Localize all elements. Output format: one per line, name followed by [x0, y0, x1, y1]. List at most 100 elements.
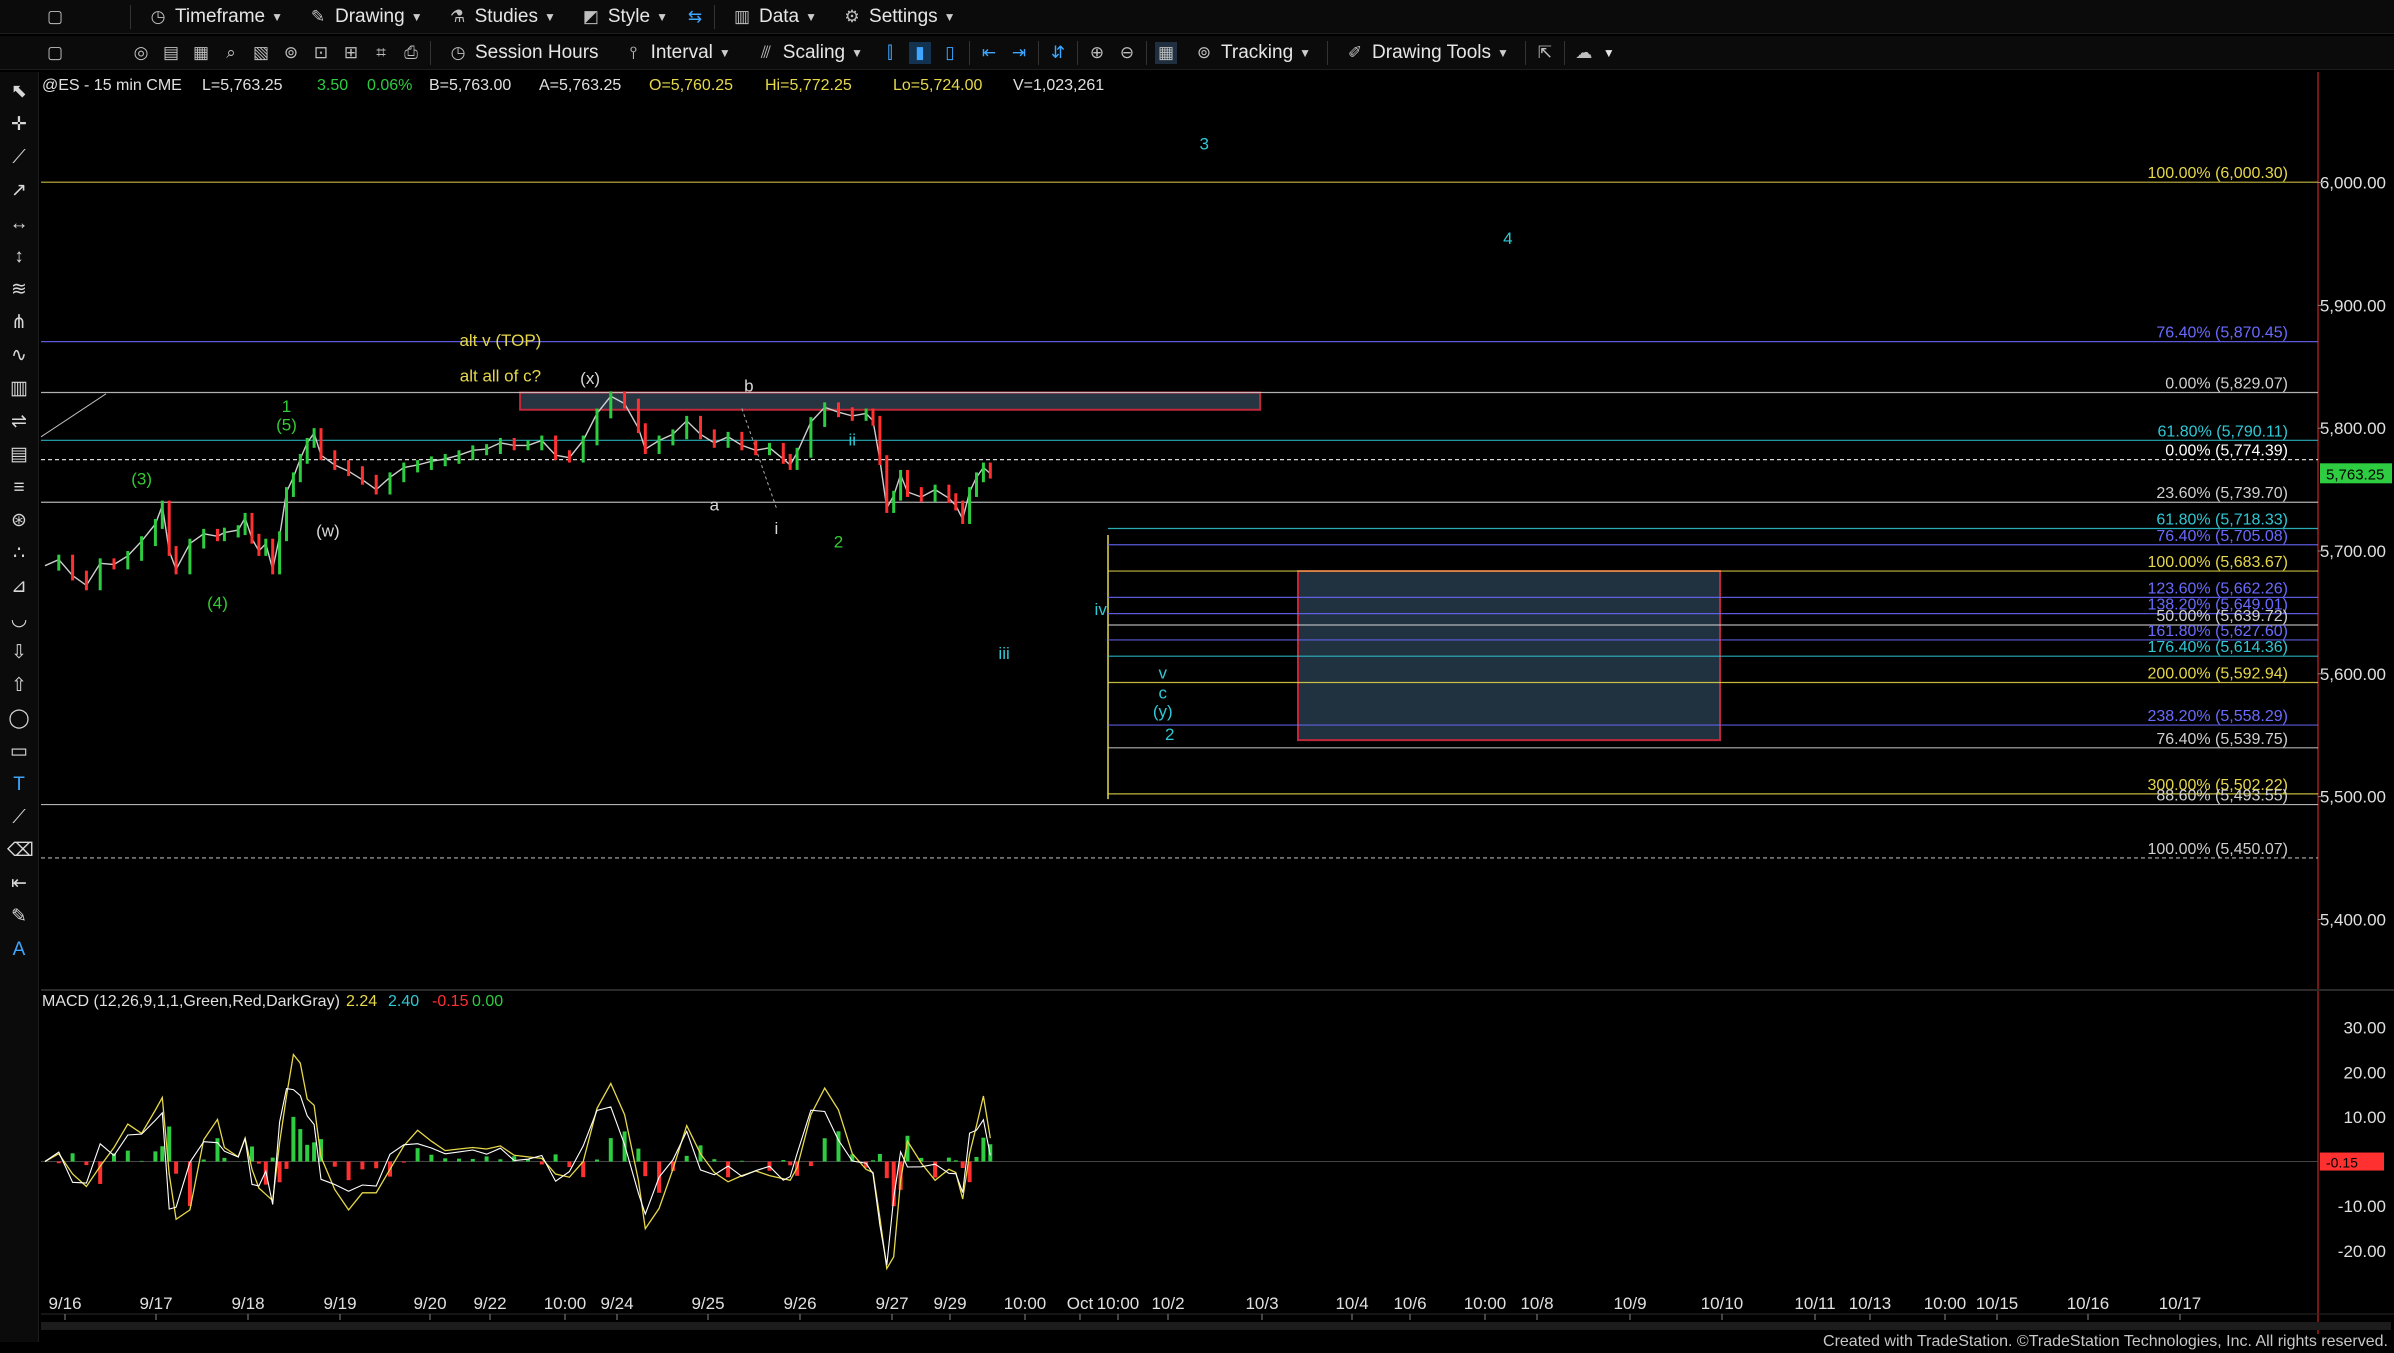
style-menu[interactable]: ◩ Style ▼ — [572, 4, 676, 30]
macd-badge-label: -0.15 — [2326, 1155, 2358, 1171]
macd-value-2: 2.40 — [388, 993, 419, 1010]
time-tick-label: 10/4 — [1335, 1294, 1368, 1313]
swap-icon[interactable]: ⇵ — [1047, 42, 1069, 64]
price-tick-label: 5,900.00 — [2320, 296, 2386, 315]
macd-tick-label: 30.00 — [2343, 1019, 2386, 1038]
time-tick-label: 10:00 — [1004, 1294, 1047, 1313]
toolbar-divider — [430, 40, 431, 65]
bar-chart-icon[interactable]: ⫿ — [879, 42, 901, 64]
arc-icon[interactable]: ◡ — [7, 608, 31, 632]
fib-level-label: 100.00% (6,000.30) — [2147, 165, 2288, 182]
wave-label: 3 — [1199, 134, 1208, 153]
time-tick-label: 10/3 — [1245, 1294, 1278, 1313]
timeframe-menu[interactable]: ◷ Timeframe ▼ — [139, 4, 291, 30]
remove-drawings-icon[interactable]: ⌫ — [7, 839, 34, 863]
hollow-candle-icon[interactable]: ▯ — [939, 42, 961, 64]
time-tick-label: 10/16 — [2067, 1294, 2110, 1313]
andrews-pitchfork-icon[interactable]: ⋔ — [7, 311, 31, 335]
toolbar-divider — [1145, 40, 1147, 65]
style-icon: ◩ — [582, 6, 599, 26]
arrow-up-icon[interactable]: ⇧ — [7, 674, 31, 698]
fib-retracement-icon[interactable]: ▥ — [7, 377, 31, 401]
window-icon[interactable]: ▢ — [44, 42, 66, 64]
pointer-icon[interactable]: ⬉ — [7, 80, 31, 104]
chevron-down-icon[interactable]: ▼ — [1603, 46, 1615, 60]
macd-tick-label: 20.00 — [2343, 1063, 2386, 1082]
tracking-menu[interactable]: ⊚ Tracking ▼ — [1185, 40, 1319, 66]
time-tick-label: 10/9 — [1613, 1294, 1646, 1313]
zoom-in-icon[interactable]: ⊕ — [1086, 42, 1108, 64]
scroll-left-icon[interactable]: ⇤ — [978, 42, 1000, 64]
channel-icon[interactable]: ≋ — [7, 278, 31, 302]
trendline-icon[interactable]: ⟋ — [7, 146, 31, 170]
insert-icon[interactable]: ▤ — [160, 42, 182, 64]
study-label-icon[interactable]: A — [7, 938, 31, 962]
price-tick-label: 5,400.00 — [2320, 910, 2386, 929]
wave-label: 4 — [1503, 229, 1512, 248]
scanner-icon[interactable]: ▧ — [250, 42, 272, 64]
chart-icon: ▥ — [733, 6, 751, 26]
horizontal-line-icon[interactable]: ↔ — [7, 212, 31, 236]
print-icon[interactable]: ⎙ — [400, 42, 422, 64]
quote-high: Hi=5,772.25 — [765, 77, 852, 94]
fibonacci-icon[interactable]: ∿ — [7, 344, 31, 368]
wave-label: (y) — [1153, 702, 1173, 721]
scroll-right-icon[interactable]: ⇥ — [1008, 42, 1030, 64]
market-depth-icon[interactable]: ⊡ — [310, 42, 332, 64]
window-icon[interactable]: ▢ — [44, 6, 66, 28]
time-tick-label: 10/10 — [1701, 1294, 1744, 1313]
fib-fan-icon[interactable]: ≡ — [7, 476, 31, 500]
zoom-out-icon[interactable]: ⊖ — [1116, 42, 1138, 64]
text-tool-icon[interactable]: T — [7, 773, 31, 797]
wave-label: a — [710, 495, 720, 514]
time-tick-label: 9/29 — [933, 1294, 966, 1313]
chart-analysis-icon[interactable]: ⌕ — [220, 42, 242, 64]
interval-menu[interactable]: ⫯ Interval ▼ — [615, 40, 739, 66]
symbol-link-icon[interactable]: ⊚ — [280, 42, 302, 64]
fib-level-label: 123.60% (5,662.26) — [2147, 580, 2288, 597]
radar-icon[interactable]: ⊞ — [340, 42, 362, 64]
resistance-zone — [519, 391, 1262, 411]
layout-icon[interactable]: ⇆ — [684, 6, 706, 28]
regression-icon[interactable]: ⊿ — [7, 575, 31, 599]
fib-level-label: 76.40% (5,539.75) — [2156, 731, 2288, 748]
speed-lines-icon[interactable]: ∴ — [7, 542, 31, 566]
chart-canvas[interactable]: @ES - 15 min CME L=5,763.25 3.50 0.06% B=5,7… — [0, 72, 2394, 1334]
fib-extension-icon[interactable]: ⇌ — [7, 410, 31, 434]
wave-label: 2 — [834, 532, 843, 551]
snap-icon[interactable]: ⇤ — [7, 872, 31, 896]
session-hours-button[interactable]: ◷ Session Hours — [439, 40, 607, 66]
ellipse-icon[interactable]: ◯ — [7, 707, 31, 731]
toolbar-divider — [1563, 40, 1565, 65]
fib-level-label: 161.80% (5,627.60) — [2147, 623, 2288, 640]
fib-time-icon[interactable]: ▤ — [7, 443, 31, 467]
candlestick-icon[interactable]: ▮ — [908, 41, 931, 64]
quote-icon[interactable]: ⌗ — [370, 42, 392, 64]
macd-tick-label: -20.00 — [2338, 1242, 2386, 1261]
time-tick-label: 10:00 — [544, 1294, 587, 1313]
timeframe-label: Timeframe — [175, 5, 266, 27]
export-icon[interactable]: ⇱ — [1534, 42, 1556, 64]
rectangle-icon[interactable]: ▭ — [7, 740, 31, 764]
chevron-down-icon: ▼ — [543, 9, 556, 24]
draw-mode-icon[interactable]: ✎ — [7, 905, 31, 929]
grid-icon[interactable]: ▦ — [1154, 41, 1177, 64]
data-menu[interactable]: ▥ Data ▼ — [723, 4, 825, 30]
arrow-down-icon[interactable]: ⇩ — [7, 641, 31, 665]
drawing-menu[interactable]: ✎ Drawing ▼ — [299, 4, 431, 30]
drawing-tools-menu[interactable]: ✐ Drawing Tools ▼ — [1336, 40, 1517, 66]
settings-menu[interactable]: ⚙ Settings ▼ — [833, 4, 964, 30]
style-label: Style — [607, 5, 651, 27]
fib-level-label: 76.40% (5,705.08) — [2156, 528, 2288, 545]
vertical-line-icon[interactable]: ↕ — [7, 245, 31, 269]
ray-icon[interactable]: ↗ — [7, 179, 31, 203]
time-tick-label: 9/16 — [48, 1294, 81, 1313]
window-list-icon[interactable]: ▦ — [190, 42, 212, 64]
cloud-icon[interactable]: ☁ — [1573, 42, 1595, 64]
scaling-menu[interactable]: ⫻ Scaling ▼ — [747, 40, 871, 66]
ruler-icon[interactable]: ⟋ — [7, 806, 31, 830]
link-icon[interactable]: ◎ — [130, 42, 152, 64]
crosshair-icon[interactable]: ✛ — [7, 113, 31, 137]
gann-fan-icon[interactable]: ⊛ — [7, 509, 31, 533]
studies-menu[interactable]: ⚗ Studies ▼ — [439, 4, 564, 30]
